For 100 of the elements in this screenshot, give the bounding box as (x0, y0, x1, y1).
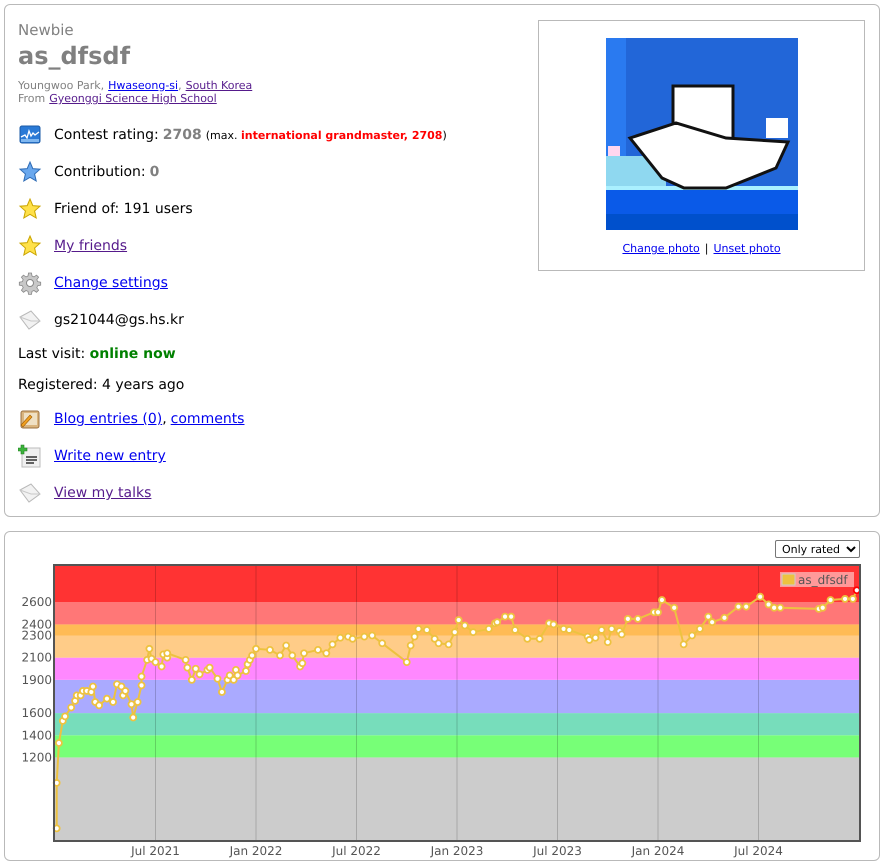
rating-point (450, 628, 459, 636)
rating-point (288, 652, 296, 660)
rating-point (507, 612, 516, 621)
photo-link[interactable]: Unset photo (714, 242, 781, 255)
rating-point (214, 674, 222, 683)
axis-label: Jan 2023 (430, 844, 484, 858)
rating-point (52, 779, 61, 787)
rating-point (282, 642, 290, 650)
user-name-text: , (178, 79, 182, 92)
rating-point (776, 604, 784, 612)
rating-point (658, 596, 666, 604)
profile-link[interactable]: My friends (54, 238, 128, 254)
rating-point (129, 714, 138, 722)
rating-point (322, 649, 330, 658)
axis-label: 2600 (21, 595, 52, 610)
rating-label: Contest rating: (54, 127, 159, 143)
rating-point (444, 640, 453, 648)
rating-value: 2708 (162, 127, 202, 143)
rating-point (55, 739, 63, 747)
rating-point (378, 639, 386, 648)
axis-label: 2400 (21, 617, 52, 632)
rating-point (196, 670, 204, 678)
profile-link[interactable]: View my talks (54, 485, 152, 501)
rating-point (52, 824, 61, 832)
profile-link[interactable]: Write new entry (54, 448, 166, 464)
star-icon (18, 197, 42, 221)
user-rank: Newbie (18, 21, 75, 39)
axis-label: 1400 (21, 728, 52, 742)
profile-link[interactable]: Change settings (54, 275, 168, 291)
axis-label: 1900 (21, 672, 52, 687)
rating-point (852, 586, 861, 594)
rating-point (756, 592, 764, 601)
photo-link[interactable]: Change photo (622, 242, 700, 255)
rating-point (604, 638, 612, 646)
organization-text: From (18, 92, 46, 105)
axis-label: 2100 (21, 650, 52, 665)
axis-label: Jan 2022 (230, 844, 282, 858)
rating-point (511, 626, 519, 634)
rating-point (218, 688, 226, 696)
profile-link[interactable]: Blog entries (0) (54, 411, 162, 427)
rating-point (818, 604, 827, 612)
rating-point (634, 614, 642, 623)
envelope-icon (18, 308, 42, 332)
axis-label: Jan 2024 (632, 844, 684, 858)
axis-label: 1200 (21, 750, 52, 764)
profile-link[interactable]: South Korea (186, 79, 252, 92)
rating-point (192, 664, 200, 673)
max-rating: (max. international grandmaster, 2708) (206, 129, 447, 142)
info-text: gs21044@gs.hs.kr (54, 312, 184, 328)
profile-link[interactable]: Hwaseong-si (108, 79, 178, 92)
profile-link[interactable]: Gyeonggi Science High School (49, 92, 217, 105)
user-handle: as_dfsdf (18, 41, 132, 71)
rating-point (696, 624, 704, 633)
info-text: Registered: 4 years ago (18, 377, 184, 393)
rating-point (560, 624, 568, 633)
axis-label: Jul 2023 (533, 844, 582, 858)
profile-link[interactable]: comments (170, 411, 244, 427)
info-text: Friend of: 191 users (54, 201, 193, 217)
rating-point (720, 614, 728, 622)
last-visit-text: Last visit: online now (18, 346, 176, 362)
rating-point (266, 646, 274, 654)
rating-point (770, 604, 778, 612)
rating-point (188, 676, 196, 684)
filter-dropdown[interactable]: Only rated (775, 540, 860, 558)
rating-point (206, 664, 214, 672)
stat-value: 0 (150, 164, 160, 180)
axis-label: Jul 2021 (131, 844, 180, 858)
rating-point (536, 634, 544, 643)
rating-point (336, 634, 344, 642)
rating-point (182, 656, 190, 664)
rating-point (300, 649, 308, 658)
axis-label: Jul 2022 (332, 844, 381, 858)
settings-icon (18, 271, 42, 295)
rating-point (742, 602, 750, 611)
separator-text: , (162, 411, 167, 427)
legend-swatch (782, 574, 796, 586)
rating-point (183, 664, 192, 672)
rating-point (298, 659, 306, 668)
rating-point (670, 604, 678, 612)
rating-point (469, 628, 478, 636)
rating-point (276, 652, 284, 660)
axis-label: Jul 2024 (734, 844, 783, 858)
stat-label: Contribution: (54, 164, 146, 180)
rating-point (523, 634, 532, 643)
user-name-text: Youngwoo Park, (18, 79, 104, 92)
rating-point (608, 624, 616, 633)
envelope-icon (18, 481, 42, 505)
rating-point (145, 644, 154, 653)
axis-label: 2300 (21, 628, 52, 642)
document-plus-icon (18, 444, 42, 468)
rating-point (704, 612, 712, 621)
rating-point (680, 640, 688, 648)
axis-label: 1600 (21, 706, 52, 720)
rating-point (624, 614, 632, 623)
rating-point (708, 618, 716, 626)
star-icon (18, 160, 42, 184)
rating-point (163, 649, 172, 658)
rating-point (484, 624, 493, 633)
rating-point (402, 658, 411, 666)
separator-text: | (704, 242, 708, 255)
